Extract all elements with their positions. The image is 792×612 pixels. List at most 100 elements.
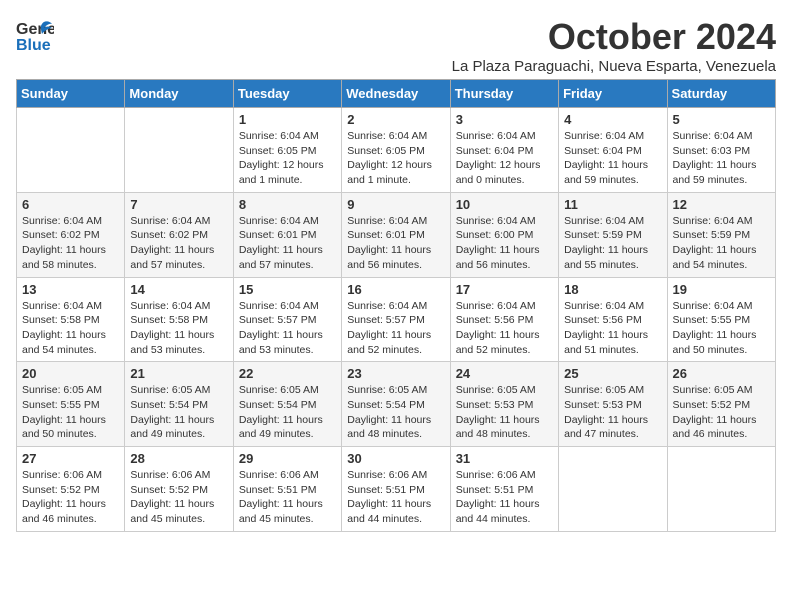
svg-text:Blue: Blue bbox=[16, 37, 51, 54]
sunrise-text: Sunrise: 6:04 AM bbox=[347, 215, 427, 227]
day-info: Sunrise: 6:04 AMSunset: 6:03 PMDaylight:… bbox=[673, 129, 770, 188]
day-info: Sunrise: 6:05 AMSunset: 5:54 PMDaylight:… bbox=[239, 383, 336, 442]
sunset-text: Sunset: 6:02 PM bbox=[130, 229, 208, 241]
day-number: 14 bbox=[130, 282, 227, 297]
sunset-text: Sunset: 6:02 PM bbox=[22, 229, 100, 241]
sunset-text: Sunset: 6:04 PM bbox=[456, 145, 534, 157]
day-cell: 29Sunrise: 6:06 AMSunset: 5:51 PMDayligh… bbox=[233, 447, 341, 532]
day-cell: 6Sunrise: 6:04 AMSunset: 6:02 PMDaylight… bbox=[17, 192, 125, 277]
sunset-text: Sunset: 5:54 PM bbox=[239, 399, 317, 411]
day-number: 22 bbox=[239, 366, 336, 381]
day-number: 12 bbox=[673, 197, 770, 212]
day-header-tuesday: Tuesday bbox=[233, 80, 341, 108]
day-cell: 1Sunrise: 6:04 AMSunset: 6:05 PMDaylight… bbox=[233, 108, 341, 193]
day-cell: 2Sunrise: 6:04 AMSunset: 6:05 PMDaylight… bbox=[342, 108, 450, 193]
week-row-4: 20Sunrise: 6:05 AMSunset: 5:55 PMDayligh… bbox=[17, 362, 776, 447]
daylight-text: Daylight: 11 hours and 47 minutes. bbox=[564, 414, 648, 441]
day-number: 25 bbox=[564, 366, 661, 381]
day-info: Sunrise: 6:04 AMSunset: 6:01 PMDaylight:… bbox=[239, 214, 336, 273]
sunrise-text: Sunrise: 6:04 AM bbox=[22, 215, 102, 227]
day-info: Sunrise: 6:04 AMSunset: 5:59 PMDaylight:… bbox=[564, 214, 661, 273]
day-number: 8 bbox=[239, 197, 336, 212]
day-info: Sunrise: 6:05 AMSunset: 5:53 PMDaylight:… bbox=[456, 383, 553, 442]
day-cell: 20Sunrise: 6:05 AMSunset: 5:55 PMDayligh… bbox=[17, 362, 125, 447]
daylight-text: Daylight: 11 hours and 56 minutes. bbox=[456, 244, 540, 271]
day-info: Sunrise: 6:04 AM Sunset: 6:02 PM Daylight:… bbox=[22, 214, 119, 273]
sunset-text: Sunset: 6:04 PM bbox=[564, 145, 642, 157]
day-info: Sunrise: 6:05 AMSunset: 5:54 PMDaylight:… bbox=[130, 383, 227, 442]
location-title: La Plaza Paraguachi, Nueva Esparta, Vene… bbox=[452, 58, 776, 75]
day-cell: 27Sunrise: 6:06 AMSunset: 5:52 PMDayligh… bbox=[17, 447, 125, 532]
daylight-text: Daylight: 11 hours and 52 minutes. bbox=[456, 329, 540, 356]
daylight-text: Daylight: 11 hours and 50 minutes. bbox=[22, 414, 106, 441]
day-cell: 16Sunrise: 6:04 AMSunset: 5:57 PMDayligh… bbox=[342, 277, 450, 362]
day-cell: 5Sunrise: 6:04 AMSunset: 6:03 PMDaylight… bbox=[667, 108, 775, 193]
title-block: October 2024 La Plaza Paraguachi, Nueva … bbox=[452, 16, 776, 75]
sunset-text: Sunset: 6:00 PM bbox=[456, 229, 534, 241]
day-header-thursday: Thursday bbox=[450, 80, 558, 108]
sunset-text: Sunset: 5:54 PM bbox=[347, 399, 425, 411]
sunrise-text: Sunrise: 6:06 AM bbox=[456, 469, 536, 481]
sunset-text: Sunset: 5:55 PM bbox=[673, 314, 751, 326]
daylight-text: Daylight: 11 hours and 48 minutes. bbox=[347, 414, 431, 441]
day-info: Sunrise: 6:04 AMSunset: 5:57 PMDaylight:… bbox=[347, 299, 444, 358]
day-cell: 7Sunrise: 6:04 AMSunset: 6:02 PMDaylight… bbox=[125, 192, 233, 277]
logo-icon: General Blue bbox=[16, 16, 54, 54]
daylight-text: Daylight: 11 hours and 44 minutes. bbox=[347, 498, 431, 525]
sunrise-text: Sunrise: 6:04 AM bbox=[347, 130, 427, 142]
daylight-text: Daylight: 11 hours and 45 minutes. bbox=[239, 498, 323, 525]
sunset-text: Sunset: 5:52 PM bbox=[130, 484, 208, 496]
sunset-text: Sunset: 5:51 PM bbox=[456, 484, 534, 496]
day-cell: 11 Sunrise: 6:04 AMSunset: 5:59 PMDayligh… bbox=[559, 192, 667, 277]
day-info: Sunrise: 6:04 AMSunset: 5:59 PMDaylight:… bbox=[673, 214, 770, 273]
daylight-text: Daylight: 11 hours and 54 minutes. bbox=[22, 329, 106, 356]
day-cell: 30Sunrise: 6:06 AMSunset: 5:51 PMDayligh… bbox=[342, 447, 450, 532]
day-info: Sunrise: 6:05 AMSunset: 5:54 PMDaylight:… bbox=[347, 383, 444, 442]
sunrise-text: Sunrise: 6:05 AM bbox=[239, 384, 319, 396]
daylight-text: Daylight: 11 hours and 44 minutes. bbox=[456, 498, 540, 525]
day-cell: 9Sunrise: 6:04 AMSunset: 6:01 PMDaylight… bbox=[342, 192, 450, 277]
day-info: Sunrise: 6:05 AMSunset: 5:55 PMDaylight:… bbox=[22, 383, 119, 442]
day-cell: 3Sunrise: 6:04 AMSunset: 6:04 PMDaylight… bbox=[450, 108, 558, 193]
day-number: 13 bbox=[22, 282, 119, 297]
day-number: 31 bbox=[456, 451, 553, 466]
sunset-text: Sunset: 5:53 PM bbox=[456, 399, 534, 411]
sunrise-text: Sunrise: 6:05 AM bbox=[673, 384, 753, 396]
day-cell: 28Sunrise: 6:06 AMSunset: 5:52 PMDayligh… bbox=[125, 447, 233, 532]
sunrise-text: Sunrise: 6:06 AM bbox=[22, 469, 102, 481]
daylight-text: Daylight: 12 hours and 1 minute. bbox=[347, 159, 432, 186]
sunrise-text: Sunrise: 6:05 AM bbox=[564, 384, 644, 396]
day-cell: 10Sunrise: 6:04 AMSunset: 6:00 PMDayligh… bbox=[450, 192, 558, 277]
day-info: Sunrise: 6:06 AMSunset: 5:51 PMDaylight:… bbox=[239, 468, 336, 527]
sunset-text: Sunset: 5:59 PM bbox=[673, 229, 751, 241]
sunrise-text: Sunrise: 6:04 AM bbox=[130, 215, 210, 227]
day-number: 11 bbox=[564, 197, 661, 212]
day-number: 30 bbox=[347, 451, 444, 466]
day-info: Sunrise: 6:04 AMSunset: 5:56 PMDaylight:… bbox=[564, 299, 661, 358]
day-info: Sunrise: 6:05 AMSunset: 5:52 PMDaylight:… bbox=[673, 383, 770, 442]
day-number: 3 bbox=[456, 112, 553, 127]
day-cell bbox=[17, 108, 125, 193]
day-info: Sunrise: 6:06 AM Sunset: 5:51 PM Daylight:… bbox=[456, 468, 553, 527]
sunrise-text: Sunrise: 6:04 AM bbox=[239, 300, 319, 312]
sunrise-text: Sunrise: 6:04 AM bbox=[239, 130, 319, 142]
sunrise-text: Sunrise: 6:04 AM bbox=[239, 215, 319, 227]
day-number: 18 bbox=[564, 282, 661, 297]
daylight-text: Daylight: 11 hours and 59 minutes. bbox=[564, 159, 648, 186]
day-number: 7 bbox=[130, 197, 227, 212]
daylight-text: Daylight: 11 hours and 58 minutes. bbox=[22, 244, 106, 271]
day-cell: 12 Sunrise: 6:04 AMSunset: 5:59 PMDayligh… bbox=[667, 192, 775, 277]
page-header: General Blue October 2024 La Plaza Parag… bbox=[16, 16, 776, 75]
day-cell: 31 Sunrise: 6:06 AM Sunset: 5:51 PM Dayligh… bbox=[450, 447, 558, 532]
sunset-text: Sunset: 5:51 PM bbox=[239, 484, 317, 496]
sunset-text: Sunset: 5:52 PM bbox=[22, 484, 100, 496]
day-info: Sunrise: 6:04 AMSunset: 6:00 PMDaylight:… bbox=[456, 214, 553, 273]
day-number: 21 bbox=[130, 366, 227, 381]
daylight-text: Daylight: 11 hours and 56 minutes. bbox=[347, 244, 431, 271]
day-cell: 22Sunrise: 6:05 AMSunset: 5:54 PMDayligh… bbox=[233, 362, 341, 447]
day-cell: 13Sunrise: 6:04 AMSunset: 5:58 PMDayligh… bbox=[17, 277, 125, 362]
sunset-text: Sunset: 5:51 PM bbox=[347, 484, 425, 496]
daylight-text: Daylight: 11 hours and 52 minutes. bbox=[347, 329, 431, 356]
daylight-text: Daylight: 11 hours and 55 minutes. bbox=[564, 244, 648, 271]
day-header-saturday: Saturday bbox=[667, 80, 775, 108]
